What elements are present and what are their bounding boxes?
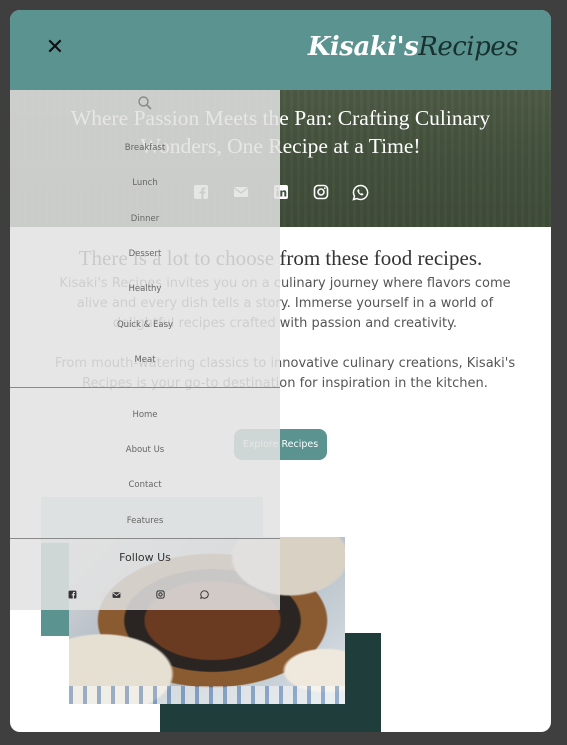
whatsapp-icon[interactable] bbox=[200, 590, 209, 599]
email-icon[interactable] bbox=[112, 590, 121, 599]
sidebar-item-meat[interactable]: Meat bbox=[10, 355, 280, 365]
facebook-icon[interactable] bbox=[68, 590, 77, 599]
site-header: ✕ Kisaki'sRecipes bbox=[10, 10, 551, 90]
sidebar-item-breakfast[interactable]: Breakfast bbox=[10, 143, 280, 153]
sidebar-item-quick-easy[interactable]: Quick & Easy bbox=[10, 320, 280, 330]
sidebar-divider bbox=[10, 387, 280, 388]
logo-part-1: Kisaki's bbox=[307, 32, 419, 62]
sidebar-menu: Breakfast Lunch Dinner Dessert Healthy Q… bbox=[10, 90, 280, 610]
sidebar-item-features[interactable]: Features bbox=[10, 516, 280, 526]
follow-us-label: Follow Us bbox=[119, 551, 171, 564]
app-window: ✕ Kisaki'sRecipes Where Passion Meets th… bbox=[10, 10, 551, 732]
sidebar-item-dinner[interactable]: Dinner bbox=[10, 214, 280, 224]
sidebar-item-about-us[interactable]: About Us bbox=[10, 445, 280, 455]
close-menu-button[interactable]: ✕ bbox=[43, 36, 67, 60]
site-logo[interactable]: Kisaki'sRecipes bbox=[307, 32, 519, 62]
sidebar-divider bbox=[10, 538, 280, 539]
logo-part-2: Recipes bbox=[418, 32, 518, 62]
sidebar-item-dessert[interactable]: Dessert bbox=[10, 249, 280, 259]
sidebar-item-lunch[interactable]: Lunch bbox=[10, 178, 280, 188]
sidebar-item-home[interactable]: Home bbox=[10, 410, 280, 420]
sidebar-item-healthy[interactable]: Healthy bbox=[10, 284, 280, 294]
search-icon[interactable] bbox=[137, 95, 153, 111]
whatsapp-icon[interactable] bbox=[352, 183, 370, 201]
instagram-icon[interactable] bbox=[156, 590, 165, 599]
sidebar-item-contact[interactable]: Contact bbox=[10, 480, 280, 490]
instagram-icon[interactable] bbox=[312, 183, 330, 201]
sidebar-social-links bbox=[68, 590, 209, 599]
